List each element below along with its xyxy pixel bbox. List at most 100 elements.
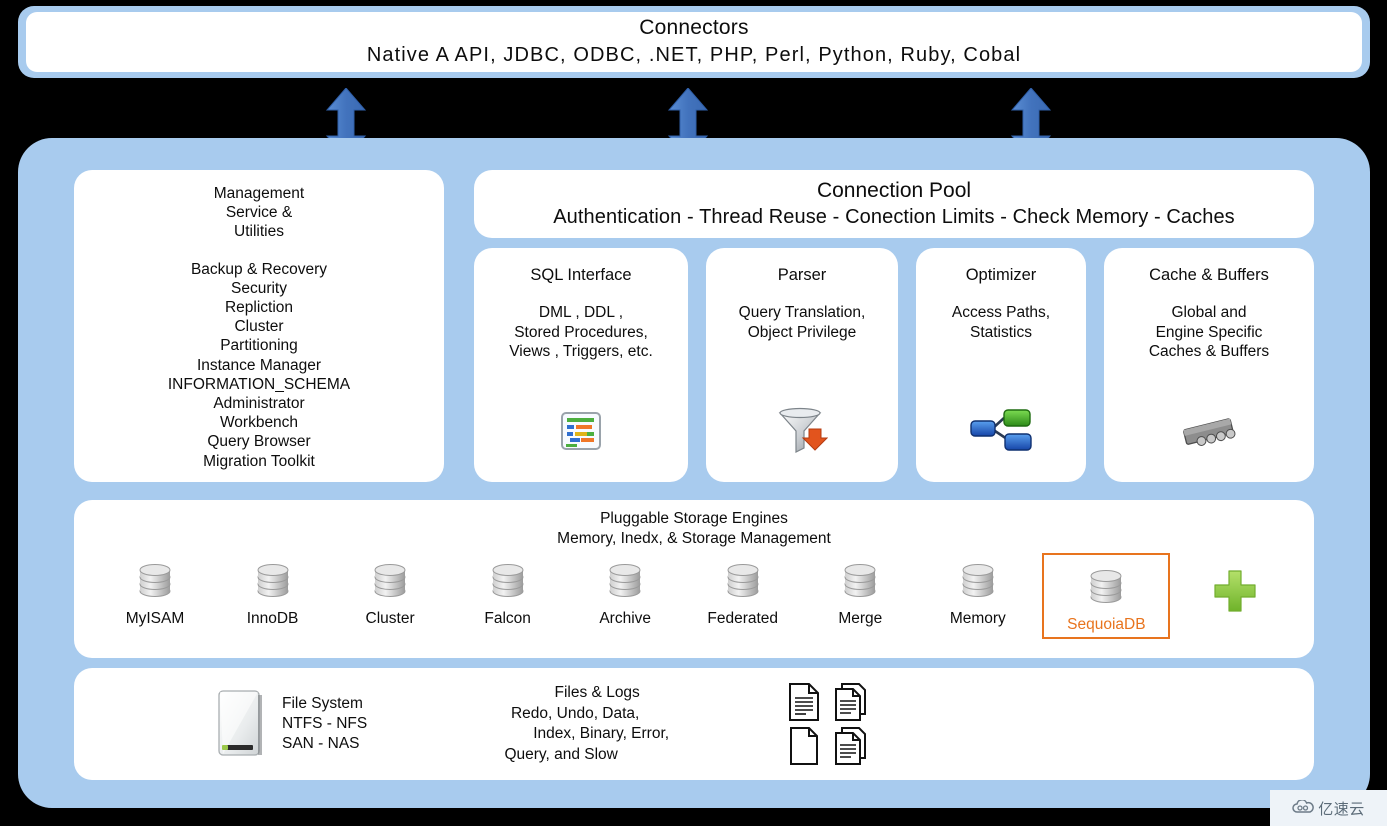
cache-buffers-card: Cache & Buffers Global and Engine Specif… [1104, 248, 1314, 482]
files-logs-text: Files & Logs Redo, Undo, Data, Index, Bi… [493, 683, 669, 765]
database-cylinder-icon [257, 564, 289, 597]
database-cylinder-icon [374, 564, 406, 597]
parser-card: Parser Query Translation, Object Privile… [706, 248, 898, 482]
management-item: Security [231, 279, 287, 297]
server-architecture-container: Management Service & Utilities Backup & … [18, 138, 1370, 808]
storage-engine-merge[interactable]: Merge [807, 553, 913, 629]
management-item: Repliction [224, 299, 294, 317]
database-cylinder-icon [492, 564, 524, 597]
fs-line: NTFS - NFS [282, 715, 368, 732]
storage-subtitle: Memory, Inedx, & Storage Management [557, 530, 831, 547]
management-heading-line: Service & [225, 204, 293, 222]
optimizer-card: Optimizer Access Paths, Statistics [916, 248, 1086, 482]
add-engine-button[interactable] [1182, 553, 1288, 613]
connectors-bar: Connectors Native A API, JDBC, ODBC, .NE… [18, 6, 1370, 78]
card-body-line: Access Paths, [951, 304, 1051, 321]
cloud-logo-icon [1292, 800, 1315, 813]
card-body-line: Caches & Buffers [1148, 343, 1270, 360]
green-plus-icon [1214, 570, 1256, 612]
card-body-line: Global and [1171, 304, 1247, 321]
funnel-download-icon [776, 407, 829, 458]
node-tree-icon [970, 407, 1032, 458]
storage-engines-row: MyISAM InnoDB Cluster Falcon Archive Fed… [74, 549, 1314, 639]
database-cylinder-icon [139, 564, 171, 597]
storage-engine-falcon[interactable]: Falcon [455, 553, 561, 629]
connection-pool-panel: Connection Pool Authentication - Thread … [474, 170, 1314, 238]
management-text-block: Management Service & Utilities Backup & … [168, 184, 350, 471]
gantt-chart-icon [559, 409, 603, 458]
card-title: SQL Interface [530, 266, 632, 284]
document-icons-group [787, 682, 877, 766]
hard-drive-icon [218, 690, 262, 756]
fs-line: File System [282, 695, 363, 712]
storage-engine-memory[interactable]: Memory [925, 553, 1031, 629]
engine-label: Falcon [484, 610, 531, 627]
management-item: Workbench [219, 414, 299, 432]
document-copy-icon [835, 727, 867, 765]
connectors-title: Connectors [639, 16, 749, 39]
card-body-line: DML , DDL , [538, 304, 624, 321]
card-body: Global and Engine Specific Caches & Buff… [1149, 303, 1269, 362]
logs-line: Redo, Undo, Data, [510, 704, 640, 722]
storage-engine-innodb[interactable]: InnoDB [220, 553, 326, 629]
management-item: Query Browser [207, 433, 311, 451]
database-cylinder-icon [962, 564, 994, 597]
card-body-line: Statistics [969, 323, 1032, 341]
logs-line: Query, and Slow [504, 745, 618, 763]
storage-engine-sequoiadb[interactable]: SequoiaDB [1042, 553, 1171, 639]
storage-engine-cluster[interactable]: Cluster [337, 553, 443, 629]
management-heading-line: Management [213, 185, 305, 202]
card-title: Cache & Buffers [1149, 266, 1269, 284]
management-item: Instance Manager [196, 356, 322, 374]
logs-line: Index, Binary, Error, [533, 725, 670, 742]
engine-label: Federated [707, 610, 779, 627]
management-item: Partitioning [220, 337, 298, 355]
card-body-line: Views , Triggers, etc. [509, 343, 653, 360]
engine-label: SequoiaDB [1067, 616, 1146, 633]
sql-interface-card: SQL Interface DML , DDL , Stored Procedu… [474, 248, 688, 482]
management-item: Migration Toolkit [203, 452, 315, 470]
documents-stack-icon [835, 683, 867, 721]
management-item: Administrator [213, 395, 305, 413]
management-heading-line: Utilities [234, 223, 284, 241]
pluggable-storage-engines-panel: Pluggable Storage Engines Memory, Inedx,… [74, 500, 1314, 658]
management-services-panel: Management Service & Utilities Backup & … [74, 170, 444, 482]
database-cylinder-icon [1090, 570, 1122, 603]
card-body: Query Translation, Object Privilege [739, 303, 866, 342]
memory-chip-icon [1180, 415, 1238, 458]
engine-label: Archive [599, 610, 652, 627]
card-body-line: Query Translation, [738, 304, 866, 321]
engine-label: Memory [949, 610, 1006, 627]
database-cylinder-icon [844, 564, 876, 597]
connection-pool-subtitle: Authentication - Thread Reuse - Conectio… [553, 205, 1235, 228]
file-system-block: File System NTFS - NFS SAN - NAS [214, 688, 367, 760]
connectors-list: Native A API, JDBC, ODBC, .NET, PHP, Per… [366, 44, 1022, 66]
watermark-text: 亿速云 [1318, 800, 1365, 818]
document-icon [789, 683, 820, 721]
storage-title: Pluggable Storage Engines [600, 510, 788, 527]
engine-label: InnoDB [246, 610, 299, 627]
card-title: Optimizer [965, 266, 1037, 284]
card-title: Parser [777, 266, 827, 284]
logs-title: Files & Logs [554, 684, 640, 701]
database-cylinder-icon [727, 564, 759, 597]
card-body-line: Stored Procedures, [514, 323, 648, 341]
management-item: Backup & Recovery [190, 260, 328, 278]
card-body-line: Object Privilege [747, 323, 857, 341]
management-item: INFORMATION_SCHEMA [167, 375, 351, 393]
storage-engine-archive[interactable]: Archive [572, 553, 678, 629]
engine-label: Cluster [365, 610, 415, 627]
blank-page-icon [790, 727, 819, 765]
watermark: 亿速云 [1270, 790, 1387, 826]
storage-engine-federated[interactable]: Federated [690, 553, 796, 629]
card-body: DML , DDL , Stored Procedures, Views , T… [509, 303, 653, 362]
database-cylinder-icon [609, 564, 641, 597]
storage-engine-myisam[interactable]: MyISAM [102, 553, 208, 629]
fs-line: SAN - NAS [282, 735, 360, 752]
management-item: Cluster [234, 318, 284, 336]
card-body: Access Paths, Statistics [952, 303, 1050, 342]
connectors-inner-panel: Connectors Native A API, JDBC, ODBC, .NE… [26, 12, 1362, 72]
card-body-line: Engine Specific [1155, 323, 1263, 341]
engine-label: MyISAM [125, 610, 185, 627]
